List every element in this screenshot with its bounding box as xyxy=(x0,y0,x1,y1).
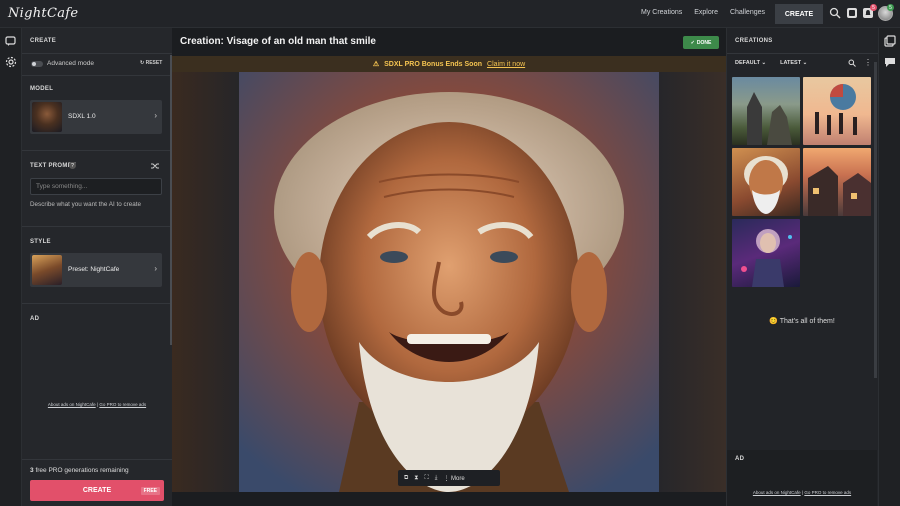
panel-title: CREATE xyxy=(30,38,57,44)
promo-banner: ⚠ SDXL PRO Bonus Ends Soon Claim it now xyxy=(172,56,726,72)
creation-filters: DEFAULT ⌄ LATEST ⌄ xyxy=(735,60,807,66)
right-scrollbar[interactable] xyxy=(874,62,877,378)
filter-default-label: DEFAULT xyxy=(735,60,760,66)
download-icon[interactable]: ⤓ xyxy=(435,475,438,482)
image-toolbar: ⧉ ⧗ ⛶ ⤓ ⋮ More xyxy=(398,470,500,486)
settings-icon[interactable] xyxy=(5,56,17,68)
nav-challenges[interactable]: Challenges xyxy=(730,9,765,16)
more-vert-icon[interactable]: ⋮ xyxy=(864,58,872,67)
end-of-list: 😊 That's all of them! xyxy=(727,317,877,325)
creation-thumbnail[interactable] xyxy=(732,77,800,145)
ad-links: About ads on NightCafe | Go PRO to remov… xyxy=(727,481,877,499)
divider xyxy=(22,226,172,227)
gallery-icon[interactable] xyxy=(846,7,858,19)
filter-latest-label: LATEST xyxy=(780,60,802,66)
model-section-title: MODEL xyxy=(30,86,54,92)
advanced-mode-label: Advanced mode xyxy=(47,60,94,67)
search-icon[interactable] xyxy=(848,59,856,67)
left-rail xyxy=(0,28,22,506)
divider xyxy=(22,53,172,54)
prompt-hint: Describe what you want the AI to create xyxy=(30,201,141,208)
ad-section-title: AD xyxy=(735,456,745,462)
done-button[interactable]: ✓ DONE xyxy=(683,36,719,49)
creation-thumbnail[interactable] xyxy=(732,148,800,216)
remaining-count: 3 xyxy=(30,467,34,474)
check-icon: ✓ xyxy=(690,39,695,46)
creations-title: CREATIONS xyxy=(735,38,773,44)
ad-section-title: AD xyxy=(30,316,40,322)
style-selector[interactable]: Preset: NightCafe › xyxy=(30,253,162,287)
warning-icon: ⚠ xyxy=(372,61,380,68)
filter-default[interactable]: DEFAULT ⌄ xyxy=(735,60,766,66)
more-button[interactable]: ⋮ More xyxy=(443,475,464,482)
advanced-mode-toggle[interactable] xyxy=(31,61,43,67)
remaining-label: free PRO generations remaining xyxy=(35,467,129,474)
gallery-panel-icon[interactable] xyxy=(884,35,896,47)
about-ads-link[interactable]: About ads on NightCafe xyxy=(48,402,96,407)
creation-image[interactable] xyxy=(239,72,659,492)
chevron-down-icon: ⌄ xyxy=(802,60,808,66)
creation-view: Creation: Visage of an old man that smil… xyxy=(172,28,726,506)
reset-icon: ↻ xyxy=(140,60,145,66)
chat-icon[interactable] xyxy=(884,56,896,68)
claim-link[interactable]: Claim it now xyxy=(487,61,525,68)
ad-box: AD About ads on NightCafe | Go PRO to re… xyxy=(727,450,877,506)
divider xyxy=(22,303,172,304)
nightcafe-logo[interactable]: NightCafe xyxy=(8,6,78,21)
hourglass-icon[interactable]: ⧗ xyxy=(414,475,418,482)
style-thumbnail xyxy=(32,255,62,285)
reset-button[interactable]: ↻ RESET xyxy=(140,60,162,66)
help-icon[interactable]: ? xyxy=(69,162,76,169)
remaining-text: 3 free PRO generations remaining xyxy=(30,467,129,474)
nav-my-creations[interactable]: My Creations xyxy=(641,9,682,16)
model-selector[interactable]: SDXL 1.0 › xyxy=(30,100,162,134)
smile-emoji-icon: 😊 xyxy=(769,318,778,325)
done-label: DONE xyxy=(696,39,712,46)
divider xyxy=(22,75,172,76)
chevron-right-icon: › xyxy=(154,111,157,120)
top-bar: NightCafe My Creations Explore Challenge… xyxy=(0,0,900,28)
go-pro-link[interactable]: Go PRO to remove ads xyxy=(804,490,851,495)
fullscreen-icon[interactable]: ⛶ xyxy=(425,475,429,482)
ad-links: About ads on NightCafe | Go PRO to remov… xyxy=(22,393,172,411)
chevron-right-icon: › xyxy=(154,264,157,273)
about-ads-link[interactable]: About ads on NightCafe xyxy=(753,490,801,495)
creations-panel: CREATIONS DEFAULT ⌄ LATEST ⌄ ⋮ 😊 That's … xyxy=(726,28,879,506)
end-of-list-text: That's all of them! xyxy=(779,318,835,325)
style-section-title: STYLE xyxy=(30,239,51,245)
copy-icon[interactable]: ⧉ xyxy=(404,475,408,482)
chevron-down-icon: ⌄ xyxy=(761,60,767,66)
nav-explore[interactable]: Explore xyxy=(694,9,718,16)
divider xyxy=(22,459,172,460)
right-rail xyxy=(878,28,900,506)
model-thumbnail xyxy=(32,102,62,132)
create-top-button[interactable]: CREATE xyxy=(775,4,823,24)
create-button[interactable]: CREATE FREE xyxy=(30,480,164,501)
shuffle-icon[interactable] xyxy=(151,162,159,170)
creation-title: Creation: Visage of an old man that smil… xyxy=(180,36,376,47)
banner-text: SDXL PRO Bonus Ends Soon xyxy=(384,60,483,68)
profile-badge: 5 xyxy=(887,4,894,11)
divider xyxy=(22,150,172,151)
go-pro-link[interactable]: Go PRO to remove ads xyxy=(99,402,146,407)
filter-latest[interactable]: LATEST ⌄ xyxy=(780,60,807,66)
style-name: Preset: NightCafe xyxy=(68,266,120,273)
search-icon[interactable] xyxy=(829,7,841,19)
create-button-label: CREATE xyxy=(82,487,112,494)
prompt-input[interactable]: Type something... xyxy=(30,178,162,195)
create-tool-icon[interactable] xyxy=(5,35,17,47)
notification-badge: 5 xyxy=(870,4,877,11)
more-label: More xyxy=(451,475,465,482)
create-panel: CREATE Advanced mode ↻ RESET MODEL SDXL … xyxy=(22,28,172,506)
creation-thumbnail[interactable] xyxy=(732,219,800,287)
reset-label: RESET xyxy=(145,60,163,66)
creation-thumbnail[interactable] xyxy=(803,77,871,145)
creation-thumbnail[interactable] xyxy=(803,148,871,216)
top-nav: My Creations Explore Challenges xyxy=(641,9,765,16)
model-name: SDXL 1.0 xyxy=(68,113,96,120)
divider xyxy=(727,53,879,54)
free-tag: FREE xyxy=(140,487,160,495)
